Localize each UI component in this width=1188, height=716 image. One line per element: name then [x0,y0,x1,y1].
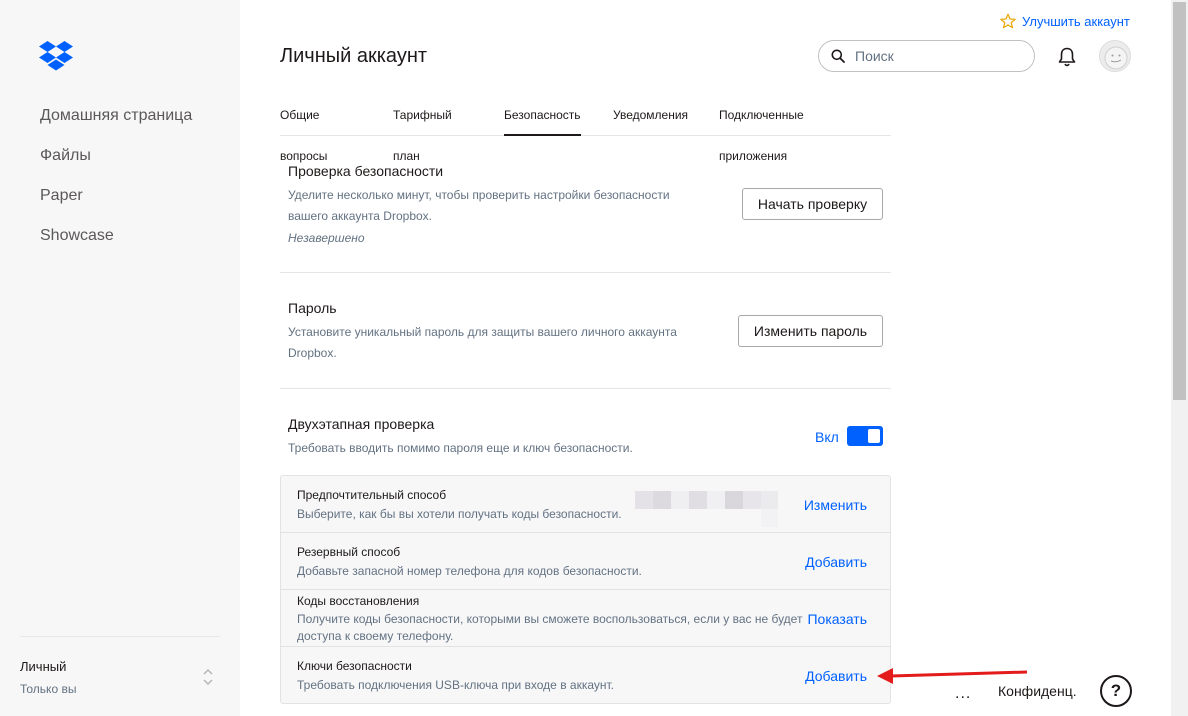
section-divider [280,272,891,273]
add-security-key-link[interactable]: Добавить [805,668,867,684]
preferred-method-title: Предпочтительный способ [297,488,447,502]
two-step-title: Двухэтапная проверка [288,416,435,432]
password-desc-2: Dropbox. [288,346,337,360]
backup-method-desc: Добавьте запасной номер телефона для код… [297,564,642,578]
help-icon: ? [1110,681,1122,700]
security-checkup-title: Проверка безопасности [288,163,444,179]
tab-connected-apps-line2[interactable]: приложения [719,149,787,163]
avatar-icon [1104,46,1128,70]
account-name[interactable]: Личный [20,659,66,674]
two-step-desc: Требовать вводить помимо пароля еще и кл… [288,441,633,455]
backup-method-row: Резервный способ Добавьте запасной номер… [281,533,890,590]
security-checkup-status: Незавершено [288,231,365,245]
search-box[interactable] [818,40,1035,72]
tab-connected-apps[interactable]: Подключенные [719,96,804,136]
upgrade-account-link[interactable]: Улучшить аккаунт [1000,12,1130,30]
change-preferred-method-link[interactable]: Изменить [804,497,867,513]
section-divider [280,388,891,389]
preferred-method-row: Предпочтительный способ Выберите, как бы… [281,476,890,533]
security-checkup-desc-1: Уделите несколько минут, чтобы проверить… [288,188,670,202]
password-desc-1: Установите уникальный пароль для защиты … [288,325,677,339]
recovery-codes-title: Коды восстановления [297,594,420,608]
tab-notifications[interactable]: Уведомления [613,96,688,136]
privacy-link[interactable]: Конфиденц. [998,683,1077,699]
page-title: Личный аккаунт [280,45,428,67]
tab-plan[interactable]: Тарифный [393,96,452,136]
show-recovery-codes-link[interactable]: Показать [807,611,867,627]
settings-tabs: Общие Тарифный Безопасность Уведомления … [280,96,891,136]
star-icon [1000,13,1016,29]
upgrade-account-label: Улучшить аккаунт [1022,13,1130,29]
account-subtitle: Только вы [20,682,77,696]
chevron-updown-icon[interactable] [201,666,215,688]
two-step-toggle[interactable] [847,426,883,446]
help-button[interactable]: ? [1100,675,1132,707]
bell-icon[interactable] [1057,46,1077,68]
password-title: Пароль [288,300,337,316]
sidebar-divider [20,636,220,637]
add-backup-method-link[interactable]: Добавить [805,554,867,570]
recovery-codes-desc: Получите коды безопасности, которыми вы … [297,612,803,643]
tab-plan-line2[interactable]: план [393,149,420,163]
sidebar-nav: Домашняя страница Файлы Paper Showcase [40,104,192,264]
two-step-toggle-label[interactable]: Вкл [815,429,839,445]
tab-general-line2[interactable]: вопросы [280,149,327,163]
tab-security[interactable]: Безопасность [504,96,581,136]
sidebar-item-files[interactable]: Файлы [40,144,192,184]
avatar[interactable] [1099,40,1131,72]
security-keys-row: Ключи безопасности Требовать подключения… [281,647,890,703]
change-password-button[interactable]: Изменить пароль [738,315,883,347]
search-input[interactable] [855,48,1015,64]
sidebar-item-home[interactable]: Домашняя страница [40,104,192,144]
toggle-knob [868,429,880,443]
security-keys-desc: Требовать подключения USB-ключа при вход… [297,678,615,692]
dropbox-logo-icon[interactable] [39,41,73,71]
backup-method-title: Резервный способ [297,545,401,559]
sidebar-item-showcase[interactable]: Showcase [40,224,192,264]
security-checkup-desc-2: вашего аккаунта Dropbox. [288,209,432,223]
security-keys-title: Ключи безопасности [297,659,412,673]
search-icon [831,49,845,63]
tab-general[interactable]: Общие [280,96,319,136]
more-options-button[interactable]: ... [955,685,971,703]
two-step-panel: Предпочтительный способ Выберите, как бы… [280,475,891,704]
sidebar-item-paper[interactable]: Paper [40,184,192,224]
start-checkup-button[interactable]: Начать проверку [742,188,883,220]
app-window: Домашняя страница Файлы Paper Showcase Л… [0,0,1188,716]
scrollbar-thumb[interactable] [1173,2,1186,400]
recovery-codes-row: Коды восстановления Получите коды безопа… [281,590,890,647]
sidebar: Домашняя страница Файлы Paper Showcase Л… [0,0,240,716]
redacted-phone-number [635,491,778,527]
